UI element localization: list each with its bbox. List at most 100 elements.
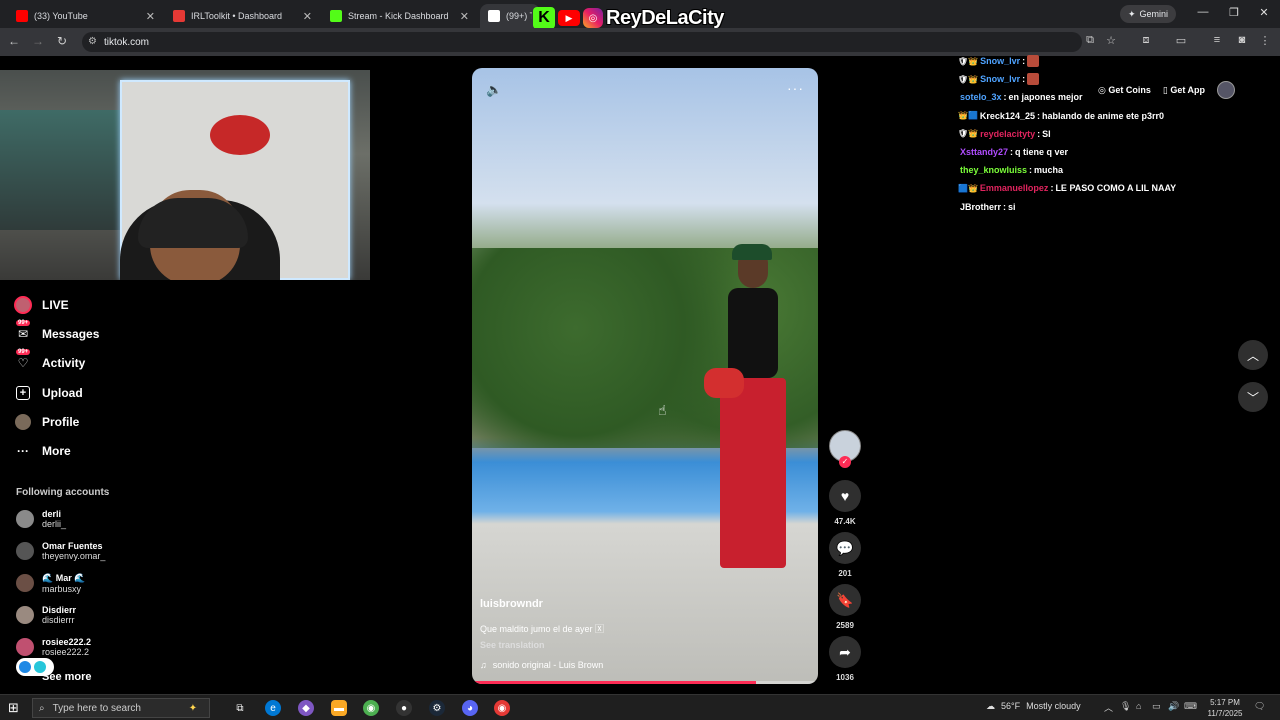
reading-list-icon[interactable]: ≡ [1209,34,1225,46]
keyboard-icon[interactable]: ⌨ [1184,701,1197,712]
like-button[interactable]: ♥ [829,480,861,512]
live-icon [14,296,32,314]
close-icon[interactable]: ✕ [303,10,312,23]
windows-start-icon[interactable]: ⊞ [8,700,19,716]
activity-badge: 99+ [16,349,31,355]
sidebar-item-more[interactable]: ··· More [14,440,71,462]
save-button[interactable]: 🔖 [829,584,861,616]
edge-icon[interactable]: e [265,700,281,716]
following-account[interactable]: Omar Fuentes theyenvy.omar_ [16,537,105,565]
chat-message: 🛡👑 reydelacityty: SI [958,128,1051,139]
steam-icon[interactable]: ⚙ [429,700,445,716]
extensions-icon[interactable]: ⧈ [1138,34,1154,47]
display-icon[interactable]: ▭ [1152,701,1161,712]
tiktok-favicon-icon [488,10,500,22]
chat-message: 🛡👑 Snow_lvr: [958,52,1258,70]
video-progress-bar[interactable] [472,681,818,684]
back-icon[interactable]: ← [6,34,22,48]
heart-icon: ♥ [840,488,850,504]
discord-icon[interactable]: ◕ [462,700,478,716]
more-options-icon[interactable]: ··· [787,80,804,96]
gemini-button[interactable]: ✦ Gemini [1120,5,1177,23]
chat-message: 🛡👑 Snow_lvr: [958,70,1258,88]
sidebar-item-upload[interactable]: + Upload [14,382,83,404]
avatar [16,638,34,656]
site-info-icon[interactable]: ⚙ [88,36,97,47]
tab-irltoolkit[interactable]: IRLToolkit • Dashboard ✕ [165,4,320,28]
obs-icon[interactable]: ● [396,700,412,716]
avatar [16,606,34,624]
task-view-icon[interactable]: ⧉ [232,700,248,716]
volume-tray-icon[interactable]: 🔊 [1168,701,1179,712]
chat-message: 🟦👑 Emmanuellopez: LE PASO COMO A LIL NAAY [958,183,1177,194]
taskbar-search[interactable]: ⌕ Type here to search [32,698,210,718]
sidebar-item-live[interactable]: LIVE [14,294,69,316]
weather-icon: ☁ [986,701,995,711]
sidebar-panel-icon[interactable]: ▭ [1173,34,1189,47]
channel-name: ReyDeLaCity [606,6,724,29]
windows-taskbar: ⊞ ⌕ Type here to search ✦ ⧉ e ◆ ▬ ◉ ● ⚙ … [0,694,1280,720]
sidebar-item-activity[interactable]: ♡ 99+ Activity [14,349,85,374]
profile-icon [14,413,32,431]
previous-video-button[interactable]: ︿ [1238,340,1268,370]
avatar [16,510,34,528]
sound-link[interactable]: ♫ sonido original - Luis Brown [480,660,603,670]
chrome-active-icon[interactable]: ◉ [494,700,510,716]
following-account[interactable]: rosiee222.2 rosiee222.2 [16,633,91,661]
restore-icon[interactable]: ❐ [1226,6,1242,19]
webcam-feed [0,70,370,280]
install-app-icon[interactable]: ⧉ [1082,34,1098,47]
video-player[interactable]: 🔈 ··· luisbrowndr Que maldito jumo el de… [472,68,818,684]
weather-widget[interactable]: ☁ 56°F Mostly cloudy [986,701,1081,712]
sidebar-item-messages[interactable]: ✉ 99+ Messages [14,320,99,345]
volume-icon[interactable]: 🔈 [486,82,502,98]
reload-icon[interactable]: ↻ [54,34,70,48]
search-icon: ⌕ [39,702,45,714]
widget-icon [34,661,46,673]
floating-widget[interactable] [16,658,54,676]
profile-avatar-icon[interactable]: ◙ [1234,34,1250,46]
following-account[interactable]: 🌊 Mar 🌊 marbusxy [16,569,85,597]
close-icon[interactable]: ✕ [460,10,469,23]
address-bar[interactable]: ⚙ tiktok.com [82,32,1082,52]
screen: (33) YouTube ✕ IRLToolkit • Dashboard ✕ … [0,0,1280,720]
stream-chat-overlay: 🛡👑 Snow_lvr: 🛡👑 Snow_lvr: sotelo_3x: en jap… [958,52,1258,216]
copilot-icon[interactable]: ✦ [185,700,201,716]
minimize-icon[interactable]: — [1195,6,1211,18]
tray-chevron-icon[interactable]: ︿ [1104,701,1113,714]
chat-message: they_knowluiss: mucha [960,165,1064,176]
next-video-button[interactable]: ﹀ [1238,382,1268,412]
browser-menu-icon[interactable]: ⋮ [1257,34,1273,47]
system-clock[interactable]: 5:17 PM 11/7/2025 [1200,697,1250,719]
file-explorer-icon[interactable]: ▬ [331,700,347,716]
sidebar-item-profile[interactable]: Profile [14,411,79,433]
tab-tiktok[interactable]: (99+) Ti [480,4,540,28]
window-close-icon[interactable]: ✕ [1256,6,1272,19]
upload-icon: + [14,384,32,402]
chevron-up-icon: ︿ [1246,348,1259,363]
video-author[interactable]: luisbrowndr [480,598,543,610]
chrome-icon[interactable]: ◉ [363,700,379,716]
see-translation-link[interactable]: See translation [480,640,545,650]
tab-kick-dashboard[interactable]: Stream - Kick Dashboard ✕ [322,4,477,28]
notifications-icon[interactable]: 🗨 [1254,701,1265,712]
youtube-logo-icon: ▶ [558,10,580,26]
share-button[interactable]: ➦ [829,636,861,668]
close-icon[interactable]: ✕ [146,10,155,23]
tab-youtube[interactable]: (33) YouTube ✕ [8,4,163,28]
activity-icon: ♡ 99+ [16,349,31,370]
kick-logo-icon: K [533,7,555,29]
video-caption: Que maldito jumo el de ayer 🅇 [480,624,605,634]
bookmark-star-icon[interactable]: ☆ [1103,34,1119,47]
mouse-cursor-icon: ☝ [658,402,667,418]
following-account[interactable]: Disdierr disdierrr [16,601,76,629]
copilot-app-icon[interactable]: ◆ [298,700,314,716]
forward-icon[interactable]: → [30,34,46,48]
following-account[interactable]: derli derlii_ [16,505,66,533]
comment-button[interactable]: 💬 [829,532,861,564]
network-icon[interactable]: ⌂ [1136,701,1141,711]
instagram-logo-icon: ◎ [583,8,603,28]
share-count: 1036 [836,673,854,682]
follow-plus-icon[interactable]: ✓ [839,456,851,468]
microphone-icon[interactable]: 🎙 [1120,701,1131,712]
